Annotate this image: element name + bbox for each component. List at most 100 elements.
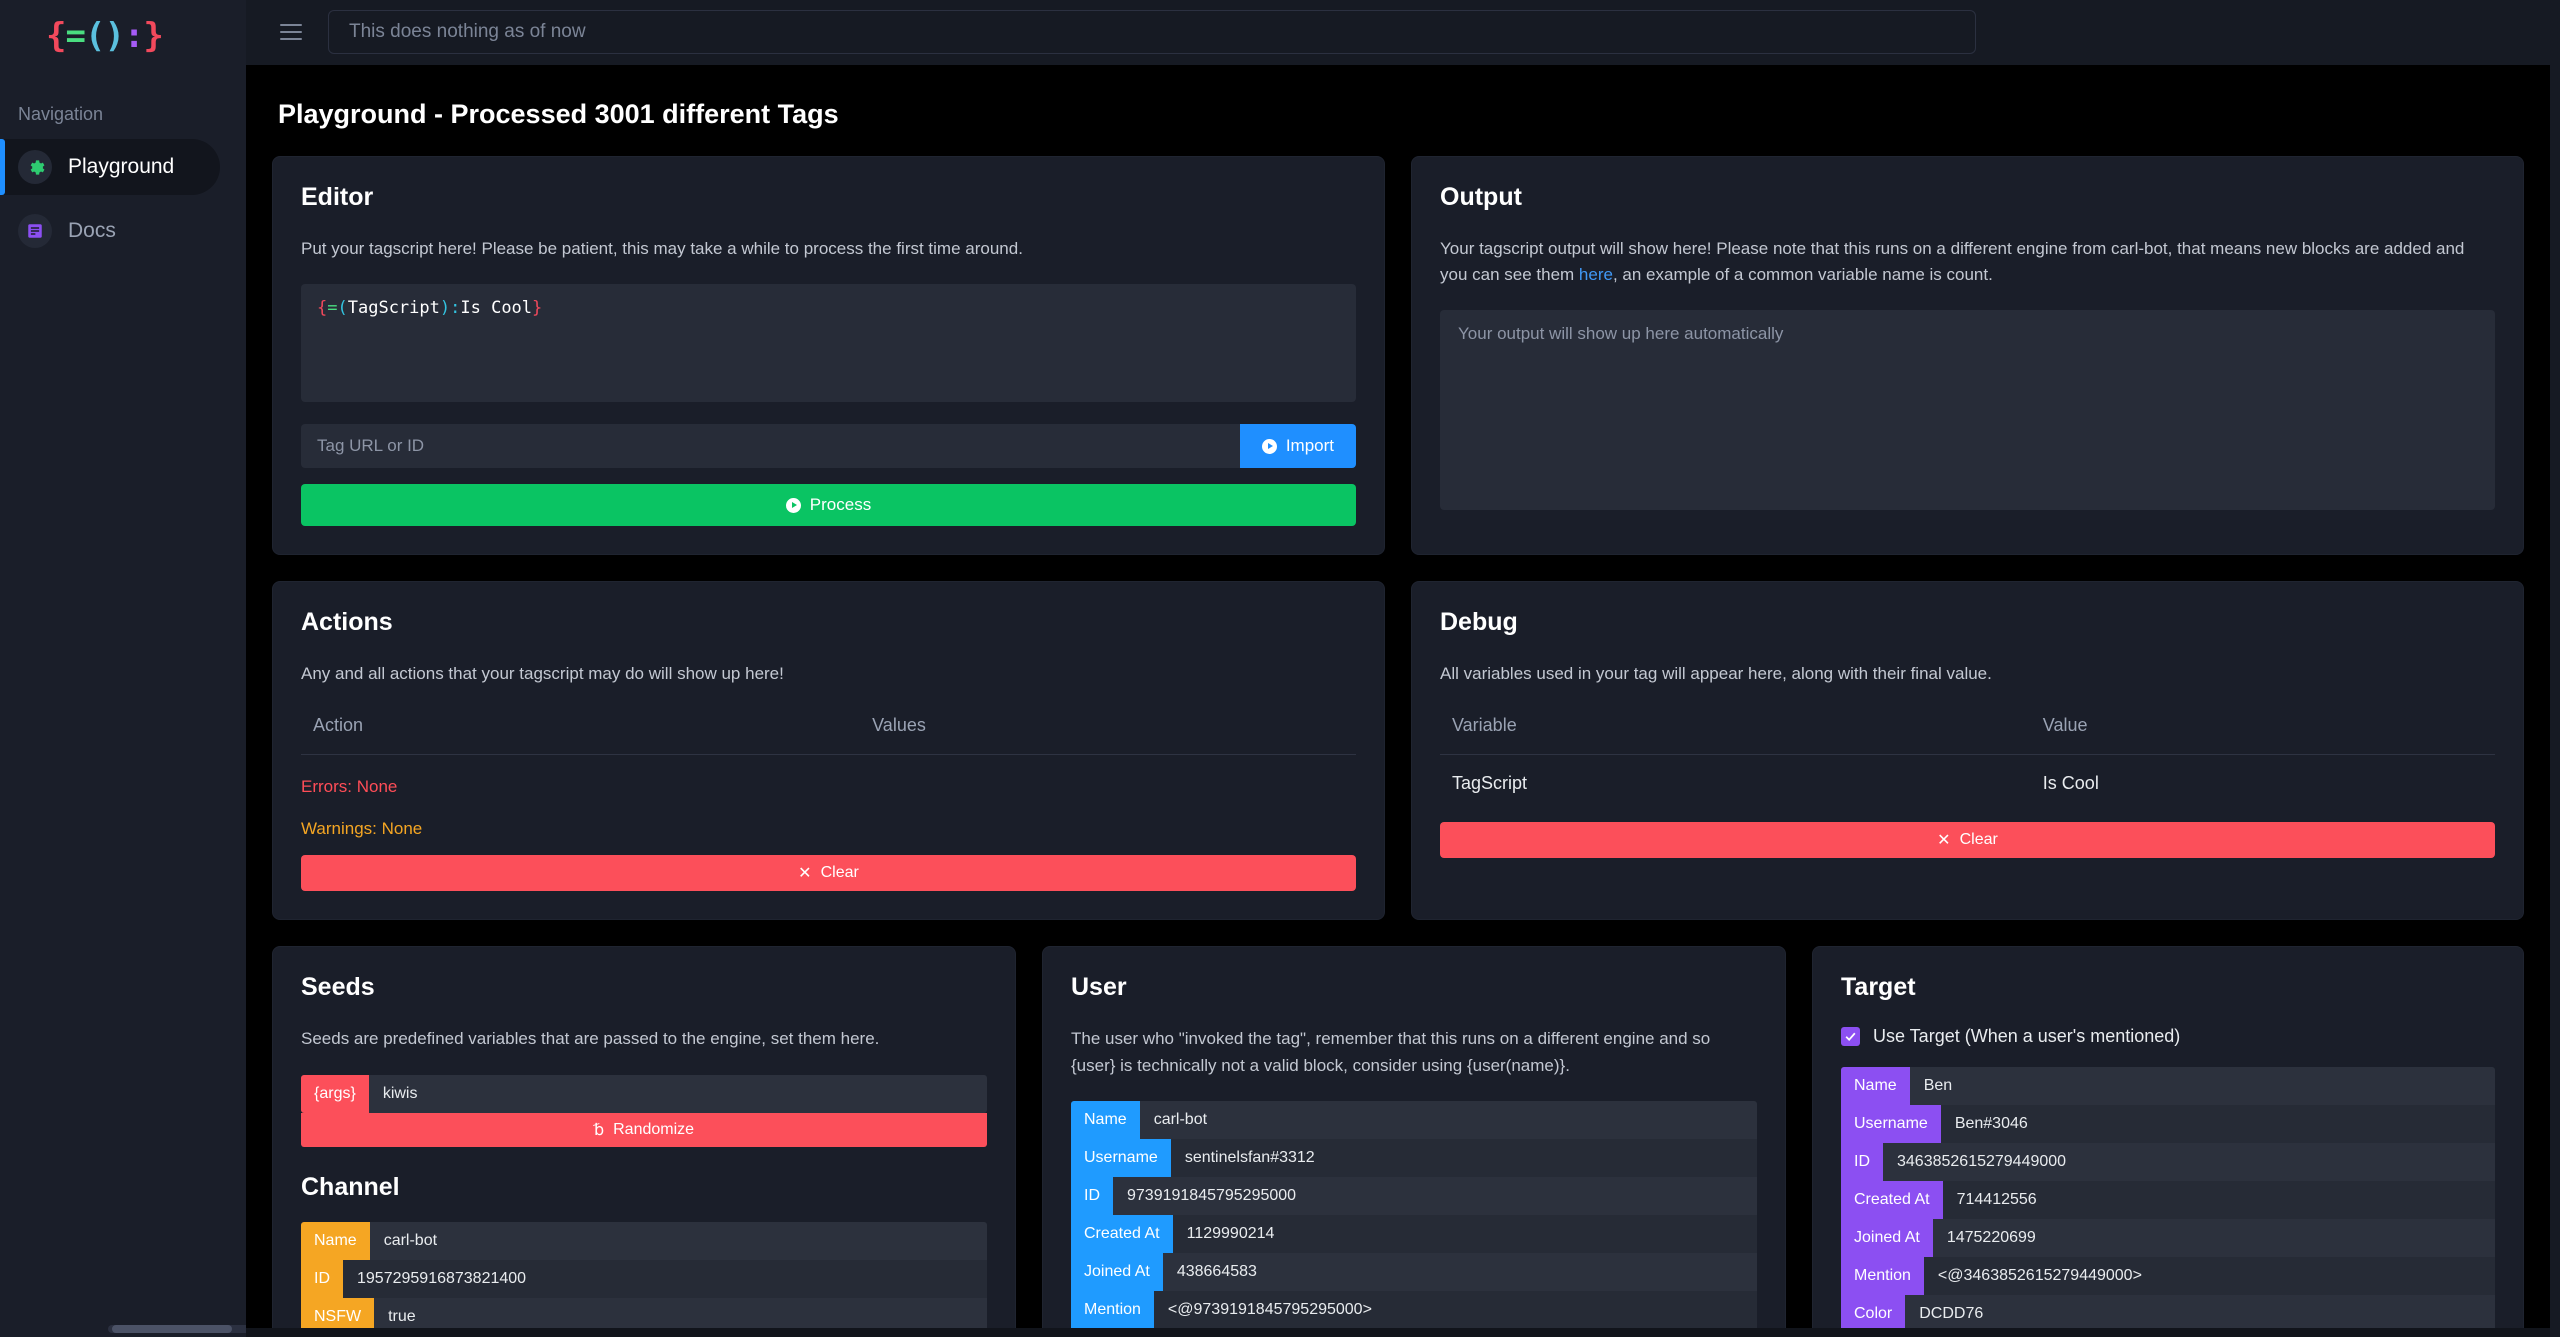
- docs-link[interactable]: here: [1579, 265, 1613, 284]
- seed-row: ID 9739191845795295000: [1071, 1177, 1757, 1216]
- target-card: Target Use Target (When a user's mention…: [1812, 946, 2524, 1337]
- seed-tag-label: Name: [1841, 1067, 1910, 1106]
- seed-tag-label: ID: [301, 1259, 343, 1298]
- seed-row: ID 3463852615279449000: [1841, 1143, 2495, 1182]
- dice-icon: ␢: [593, 1121, 605, 1139]
- code-token: Is Cool: [460, 298, 533, 319]
- seed-tag-label: Joined At: [1841, 1219, 1933, 1258]
- seed-value-input[interactable]: Ben#3046: [1941, 1105, 2495, 1143]
- import-button-label: Import: [1285, 436, 1334, 456]
- seed-value-input[interactable]: 1475220699: [1933, 1219, 2495, 1257]
- code-token: }: [532, 298, 543, 319]
- seed-value-input[interactable]: <@3463852615279449000>: [1924, 1257, 2495, 1295]
- seed-value-input[interactable]: 3463852615279449000: [1883, 1143, 2495, 1181]
- seed-value-input[interactable]: kiwis: [369, 1075, 987, 1113]
- seed-tag-label: ID: [1071, 1177, 1113, 1216]
- seed-tag-label: Mention: [1071, 1291, 1154, 1330]
- seed-value-input[interactable]: 1129990214: [1173, 1215, 1757, 1253]
- sidebar-item-label: Docs: [68, 219, 116, 242]
- tag-url-input[interactable]: [301, 424, 1240, 469]
- seed-row: Mention <@9739191845795295000>: [1071, 1291, 1757, 1330]
- gear-icon: [18, 150, 52, 184]
- user-description: The user who "invoked the tag", remember…: [1071, 1029, 1711, 1075]
- seed-row: Mention <@3463852615279449000>: [1841, 1257, 2495, 1296]
- seed-value-input[interactable]: <@9739191845795295000>: [1154, 1291, 1757, 1329]
- code-token: :: [450, 298, 461, 319]
- seed-value-input[interactable]: carl-bot: [370, 1222, 987, 1260]
- actions-description: Any and all actions that your tagscript …: [301, 664, 784, 684]
- actions-clear-button[interactable]: ✕ Clear: [301, 855, 1356, 892]
- output-textarea[interactable]: [1440, 310, 2495, 511]
- use-target-checkbox-row[interactable]: Use Target (When a user's mentioned): [1841, 1026, 2495, 1047]
- actions-clear-label: Clear: [820, 864, 859, 882]
- seed-row: Name carl-bot: [1071, 1101, 1757, 1140]
- channel-heading: Channel: [301, 1172, 400, 1201]
- sidebar: {=():} Navigation Playground Docs: [0, 0, 320, 1337]
- actions-table: Action Values: [301, 709, 1356, 756]
- column-header-value: Value: [2030, 709, 2495, 756]
- nav-heading: Navigation: [18, 104, 104, 124]
- actions-heading: Actions: [301, 608, 393, 637]
- user-heading: User: [1071, 973, 1127, 1002]
- column-header-variable: Variable: [1440, 709, 2031, 756]
- topbar: [246, 0, 2560, 65]
- app-root: {=():} Navigation Playground Docs Playg: [0, 0, 2560, 1337]
- row-editor-output: Editor Put your tagscript here! Please b…: [272, 155, 2524, 556]
- debug-clear-button[interactable]: ✕ Clear: [1440, 822, 2495, 859]
- sidebar-item-docs[interactable]: Docs: [0, 203, 220, 259]
- seed-value-input[interactable]: carl-bot: [1140, 1101, 1757, 1139]
- code-token: (: [337, 298, 348, 319]
- table-cell: Is Cool: [2042, 773, 2099, 794]
- import-row: Import: [301, 424, 1356, 469]
- play-circle-icon: [1261, 438, 1277, 454]
- page-title: Playground - Processed 3001 different Ta…: [278, 98, 839, 129]
- seed-row: Created At 1129990214: [1071, 1215, 1757, 1254]
- seed-value-input[interactable]: 9739191845795295000: [1113, 1177, 1757, 1215]
- play-circle-icon: [785, 497, 801, 513]
- seed-value-input[interactable]: 438664583: [1163, 1253, 1757, 1291]
- table-row: TagScript Is Cool: [1440, 755, 2495, 807]
- seed-value-input[interactable]: sentinelsfan#3312: [1171, 1139, 1757, 1177]
- sidebar-item-label: Playground: [68, 155, 175, 178]
- seed-value-input[interactable]: 1957295916873821400: [343, 1260, 987, 1298]
- seeds-randomize-button[interactable]: ␢ Randomize: [301, 1112, 987, 1147]
- hamburger-menu-icon[interactable]: [280, 24, 302, 41]
- editor-card: Editor Put your tagscript here! Please b…: [272, 155, 1385, 556]
- seed-value-input[interactable]: 714412556: [1943, 1181, 2495, 1219]
- close-icon: ✕: [798, 865, 812, 883]
- seed-row: Joined At 1475220699: [1841, 1219, 2495, 1258]
- code-token: ): [439, 298, 451, 319]
- seed-tag-label: Name: [301, 1221, 370, 1260]
- code-token: TagScript: [347, 298, 440, 319]
- warnings-status: Warnings: None: [301, 819, 423, 839]
- output-description: Your tagscript output will show here! Pl…: [1440, 236, 2495, 289]
- brand-logo[interactable]: {=():}: [0, 0, 246, 72]
- seed-value-input[interactable]: Ben: [1910, 1067, 2495, 1105]
- seeds-randomize-label: Randomize: [613, 1120, 695, 1138]
- page-content: Playground - Processed 3001 different Ta…: [246, 64, 2550, 1337]
- table-header-row: Variable Value: [1440, 709, 2495, 756]
- user-table: Name carl-bot Username sentinelsfan#3312 ID 9…: [1071, 1101, 1757, 1337]
- sidebar-item-playground[interactable]: Playground: [0, 139, 220, 195]
- column-header-action: Action: [301, 709, 861, 756]
- errors-status: Errors: None: [301, 777, 398, 797]
- scrollbar-thumb[interactable]: [112, 1325, 232, 1333]
- code-token: {: [317, 298, 328, 319]
- close-icon: ✕: [1937, 832, 1951, 850]
- seed-tag-label: ID: [1841, 1143, 1883, 1182]
- checkbox-checked-icon[interactable]: [1841, 1027, 1860, 1047]
- page-bottom-scrollbar[interactable]: [246, 1328, 2550, 1337]
- seed-row: {args} kiwis: [301, 1074, 987, 1113]
- seeds-description: Seeds are predefined variables that are …: [301, 1029, 880, 1049]
- user-card: User The user who "invoked the tag", rem…: [1042, 946, 1786, 1337]
- seed-tag-label: {args}: [301, 1074, 369, 1113]
- tagscript-code-editor[interactable]: {=(TagScript):Is Cool}: [301, 284, 1356, 403]
- search-input[interactable]: [328, 10, 1976, 55]
- import-button[interactable]: Import: [1239, 424, 1356, 469]
- process-button[interactable]: Process: [301, 484, 1356, 527]
- seed-row: Username Ben#3046: [1841, 1105, 2495, 1144]
- debug-card: Debug All variables used in your tag wil…: [1411, 581, 2524, 921]
- debug-heading: Debug: [1440, 608, 1518, 637]
- seeds-heading: Seeds: [301, 973, 375, 1002]
- seed-tag-label: Username: [1071, 1139, 1171, 1178]
